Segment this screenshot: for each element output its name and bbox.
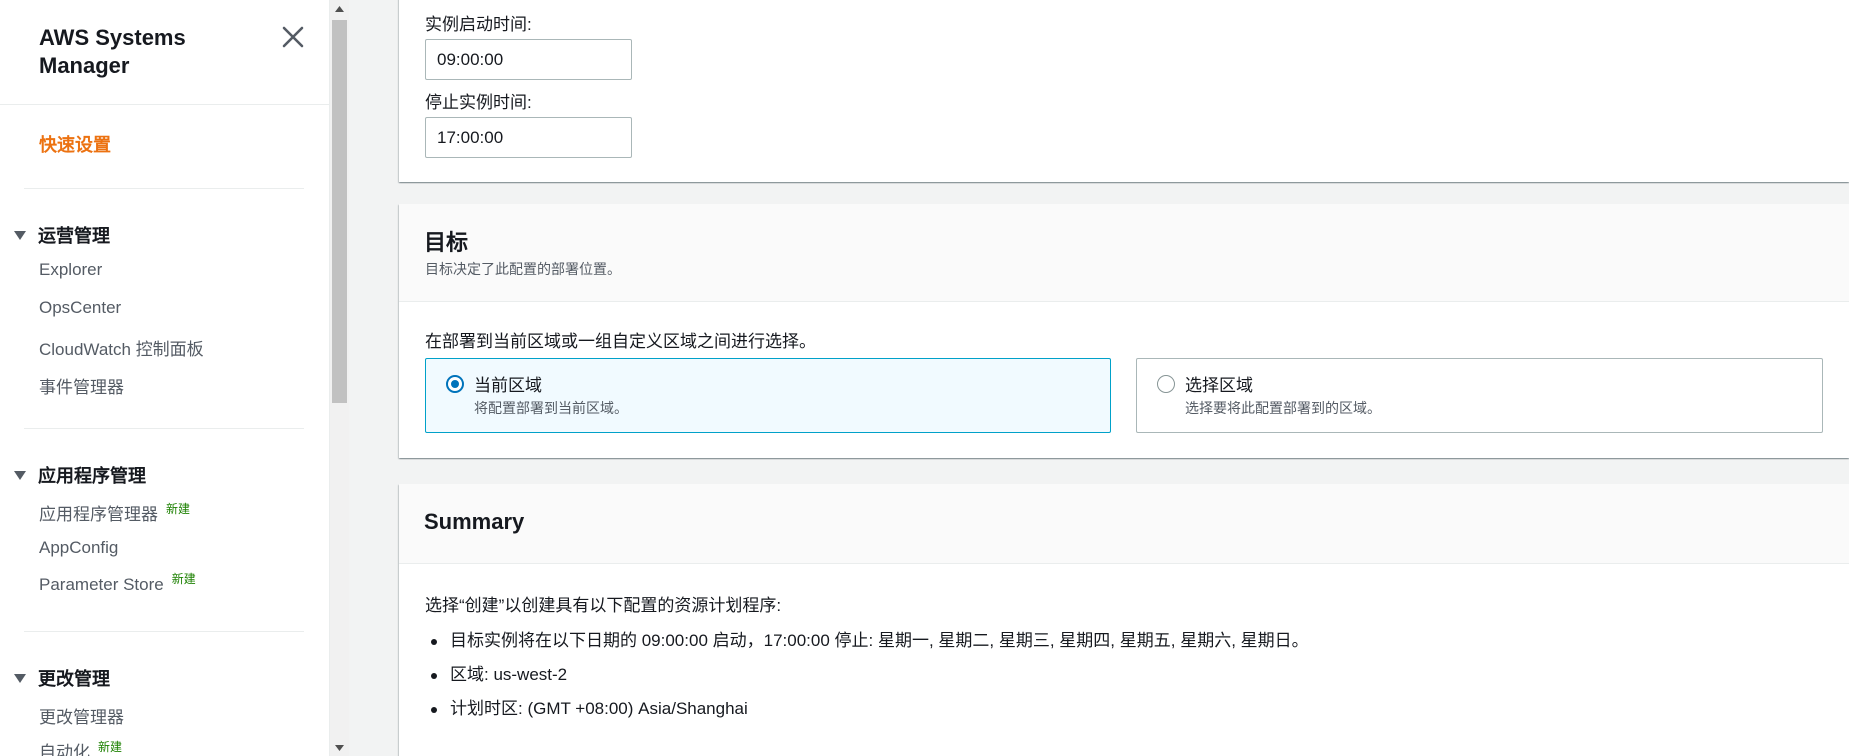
option-label: 选择区域 <box>1185 376 1253 395</box>
sidebar-item-label: 应用程序管理器 <box>39 505 158 524</box>
sidebar-scrollbar[interactable] <box>330 0 349 756</box>
section-label: 应用程序管理 <box>38 466 146 486</box>
divider <box>24 428 304 429</box>
option-description: 将配置部署到当前区域。 <box>474 400 628 416</box>
sidebar-item-quick-setup[interactable]: 快速设置 <box>39 131 111 157</box>
summary-card-header <box>399 484 1849 564</box>
close-icon[interactable] <box>280 24 306 50</box>
divider <box>24 631 304 632</box>
divider <box>0 104 329 105</box>
region-choice-prompt: 在部署到当前区域或一组自定义区域之间进行选择。 <box>425 332 816 351</box>
list-item: 计划时区: (GMT +08:00) Asia/Shanghai <box>425 697 1309 731</box>
scroll-up-icon[interactable] <box>335 6 344 12</box>
sidebar-item-change-manager[interactable]: 更改管理器 <box>39 703 124 728</box>
targets-title: 目标 <box>424 230 469 255</box>
radio-unselected-icon[interactable] <box>1157 375 1175 393</box>
new-badge: 新建 <box>166 502 191 516</box>
sidebar: AWS Systems Manager 快速设置 运营管理 Explorer O… <box>0 0 330 756</box>
scroll-down-icon[interactable] <box>335 745 344 751</box>
section-label: 运营管理 <box>38 226 110 246</box>
stop-time-label: 停止实例时间: <box>425 93 532 112</box>
option-label: 当前区域 <box>474 376 542 395</box>
targets-description: 目标决定了此配置的部署位置。 <box>425 261 621 277</box>
sidebar-item-opscenter[interactable]: OpsCenter <box>39 298 121 318</box>
scroll-thumb[interactable] <box>332 20 347 403</box>
sidebar-header: AWS Systems Manager <box>39 24 269 80</box>
divider <box>24 188 304 189</box>
targets-card-header <box>399 204 1849 302</box>
radio-selected-icon[interactable] <box>446 375 464 393</box>
section-operations-management[interactable]: 运营管理 <box>14 222 110 248</box>
section-change-management[interactable]: 更改管理 <box>14 665 110 691</box>
sidebar-item-automation[interactable]: 自动化 新建 <box>39 738 122 756</box>
sidebar-item-label: Parameter Store <box>39 575 164 594</box>
list-item: 目标实例将在以下日期的 09:00:00 启动，17:00:00 停止: 星期一… <box>425 629 1309 663</box>
new-badge: 新建 <box>171 572 196 586</box>
sidebar-title: AWS Systems Manager <box>39 25 186 78</box>
stop-time-input[interactable] <box>425 117 632 158</box>
section-label: 更改管理 <box>38 669 110 689</box>
option-description: 选择要将此配置部署到的区域。 <box>1185 400 1381 416</box>
start-time-input[interactable] <box>425 39 632 80</box>
start-time-label: 实例启动时间: <box>425 15 532 34</box>
caret-down-icon <box>14 229 26 241</box>
summary-list: 目标实例将在以下日期的 09:00:00 启动，17:00:00 停止: 星期一… <box>425 629 1309 731</box>
sidebar-item-incident-manager[interactable]: 事件管理器 <box>39 373 124 398</box>
sidebar-item-explorer[interactable]: Explorer <box>39 260 102 280</box>
new-badge: 新建 <box>98 740 123 754</box>
sidebar-item-application-manager[interactable]: 应用程序管理器 新建 <box>39 500 190 525</box>
option-choose-regions[interactable]: 选择区域 选择要将此配置部署到的区域。 <box>1136 358 1823 433</box>
sidebar-item-parameter-store[interactable]: Parameter Store 新建 <box>39 572 196 595</box>
list-item: 区域: us-west-2 <box>425 663 1309 697</box>
section-application-management[interactable]: 应用程序管理 <box>14 462 146 488</box>
sidebar-item-label: 自动化 <box>39 743 90 756</box>
sidebar-item-cloudwatch-dashboard[interactable]: CloudWatch 控制面板 <box>39 335 204 360</box>
caret-down-icon <box>14 469 26 481</box>
summary-intro: 选择“创建”以创建具有以下配置的资源计划程序: <box>425 596 782 615</box>
option-current-region[interactable]: 当前区域 将配置部署到当前区域。 <box>425 358 1111 433</box>
caret-down-icon <box>14 672 26 684</box>
sidebar-item-appconfig[interactable]: AppConfig <box>39 538 118 558</box>
summary-title: Summary <box>424 509 525 534</box>
